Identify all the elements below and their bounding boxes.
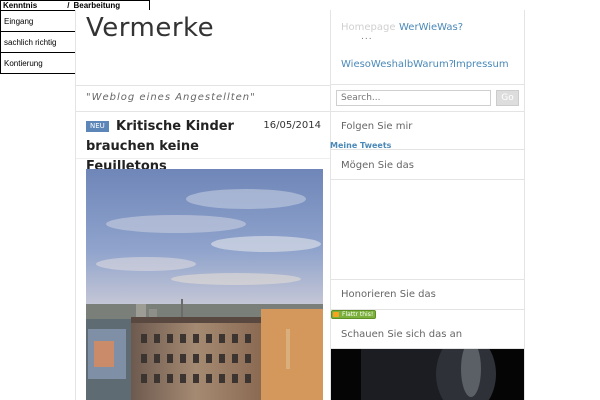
widget-watch: Schauen Sie sich das an xyxy=(331,320,524,349)
site-title[interactable]: Vermerke xyxy=(86,13,214,43)
video-thumbnail xyxy=(331,349,524,400)
post-header: NEU Kritische Kinder brauchen keine Feui… xyxy=(76,112,331,174)
widget-like-title: Mögen Sie das xyxy=(341,160,414,171)
stamp-header-right: Bearbeitung xyxy=(73,1,121,10)
widget-like-body xyxy=(331,180,524,280)
flattr-icon xyxy=(333,312,339,317)
widget-honor: Honorieren Sie das xyxy=(331,280,524,310)
main-column: Vermerke "Weblog eines Angestellten" NEU… xyxy=(75,10,331,400)
flattr-button[interactable]: Flattr this! xyxy=(331,310,376,319)
widget-watch-title: Schauen Sie sich das an xyxy=(341,329,463,340)
video-embed[interactable] xyxy=(331,349,524,400)
post-date: 16/05/2014 xyxy=(263,120,321,131)
stamp-header-left: Kenntnis xyxy=(3,1,38,10)
post-photo[interactable] xyxy=(86,169,323,400)
widget-honor-title: Honorieren Sie das xyxy=(341,289,436,300)
widget-like: Mögen Sie das xyxy=(331,150,524,180)
widget-follow-title: Folgen Sie mir xyxy=(341,121,413,132)
search-bar: Go xyxy=(331,85,524,112)
stamp-header-sep: / xyxy=(67,1,70,10)
sidebar: Homepage ... WerWieWas? WiesoWeshalbWaru… xyxy=(330,10,525,400)
post-title[interactable]: Kritische Kinder brauchen keine Feuillet… xyxy=(86,117,271,177)
top-nav: Homepage ... WerWieWas? WiesoWeshalbWaru… xyxy=(331,10,524,85)
tagline-bar: "Weblog eines Angestellten" xyxy=(76,85,331,112)
site-tagline: "Weblog eines Angestellten" xyxy=(86,92,256,103)
berlin-rooftop-image xyxy=(86,169,323,400)
search-input[interactable] xyxy=(336,90,491,106)
my-tweets-link[interactable]: Meine Tweets xyxy=(330,141,391,150)
nav-dots: ... xyxy=(361,32,373,42)
flattr-label: Flattr this! xyxy=(342,311,374,318)
search-go-button[interactable]: Go xyxy=(496,90,519,106)
nav-werwiewas[interactable]: WerWieWas? xyxy=(399,22,463,33)
nav-wiesoweshalbwarum[interactable]: WiesoWeshalbWarum? xyxy=(341,59,454,70)
nav-impressum[interactable]: Impressum xyxy=(453,59,509,70)
stamp-header: Kenntnis / Bearbeitung xyxy=(0,0,150,11)
